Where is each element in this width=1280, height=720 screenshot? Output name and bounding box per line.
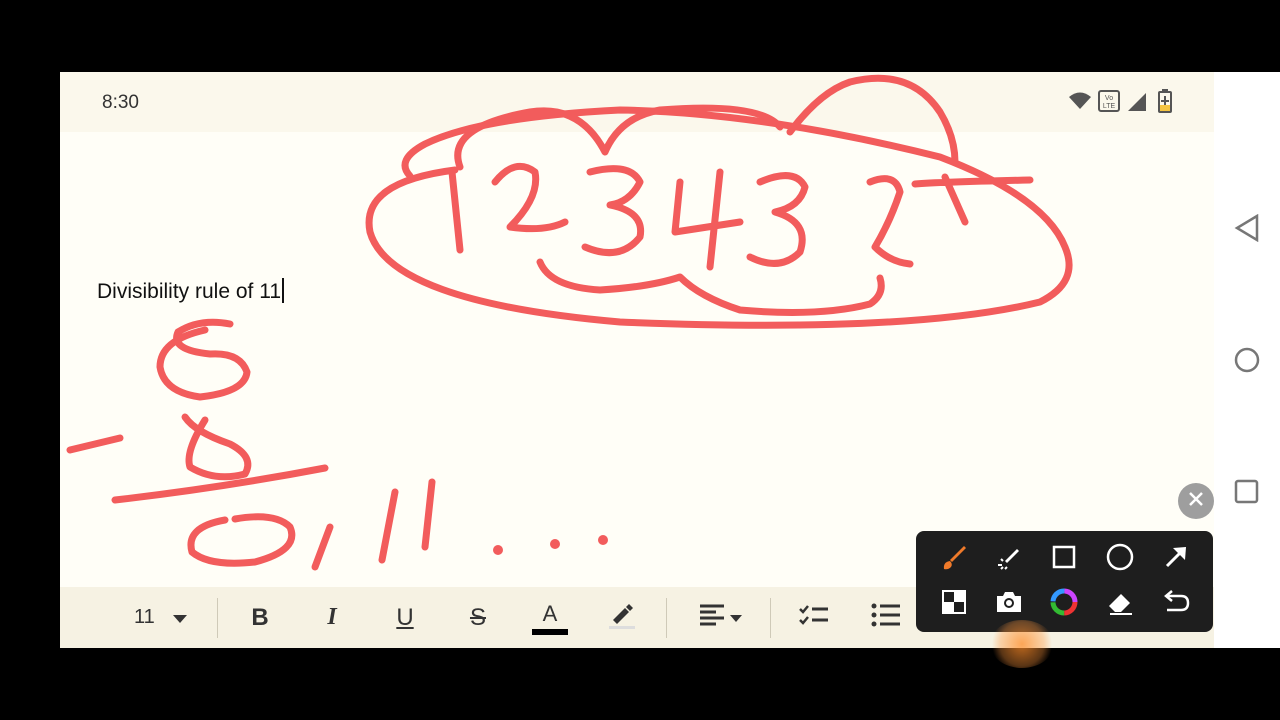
pattern-tool[interactable] <box>934 584 974 624</box>
toolbar-divider <box>217 598 218 638</box>
undo-icon <box>1161 589 1191 620</box>
brush-icon <box>940 543 968 576</box>
home-circle-icon <box>1234 347 1260 377</box>
bold-button[interactable]: B <box>242 587 278 648</box>
status-bar: 8:30 Vo LTE <box>60 72 1214 132</box>
brush-tool[interactable] <box>934 539 974 579</box>
underline-button[interactable]: U <box>387 587 423 648</box>
signal-icon <box>1126 91 1148 118</box>
font-size-value: 11 <box>134 606 155 628</box>
recents-square-icon <box>1234 479 1260 509</box>
document-text[interactable]: Divisibility rule of 11 <box>97 278 285 304</box>
highlight-button[interactable] <box>604 587 640 648</box>
italic-button[interactable]: I <box>314 587 350 648</box>
eraser-icon <box>1106 588 1134 621</box>
italic-label: I <box>327 604 337 630</box>
camera-tool[interactable] <box>989 584 1029 624</box>
camera-icon <box>995 589 1023 620</box>
color-wheel-icon <box>1050 588 1078 621</box>
chevron-down-icon <box>730 609 742 627</box>
svg-text:Vo: Vo <box>1105 95 1113 102</box>
rectangle-tool[interactable] <box>1044 539 1084 579</box>
close-icon <box>1188 491 1204 512</box>
bold-label: B <box>251 603 269 631</box>
chevron-down-icon <box>172 606 187 629</box>
touch-indicator <box>990 620 1054 668</box>
svg-text:LTE: LTE <box>1103 103 1116 110</box>
toolbar-divider <box>770 598 771 638</box>
navigation-bar <box>1214 72 1280 648</box>
back-button[interactable] <box>1234 213 1260 247</box>
ellipse-tool[interactable] <box>1100 539 1140 579</box>
text-color-label: A <box>542 600 558 626</box>
wifi-icon <box>1068 91 1092 116</box>
eraser-tool[interactable] <box>1100 584 1140 624</box>
recents-button[interactable] <box>1234 479 1260 510</box>
status-time: 8:30 <box>102 92 139 113</box>
bullet-list-button[interactable] <box>868 587 904 648</box>
subtraction-ink <box>66 318 436 571</box>
strikethrough-label: S <box>469 603 486 631</box>
pattern-icon <box>941 589 967 620</box>
laser-pointer-tool[interactable] <box>989 539 1029 579</box>
color-picker-tool[interactable] <box>1044 584 1084 624</box>
rectangle-icon <box>1051 544 1077 575</box>
pen-toolbar <box>916 531 1213 632</box>
align-button[interactable] <box>692 587 748 648</box>
text-color-swatch <box>532 628 568 635</box>
back-triangle-icon <box>1234 213 1260 246</box>
checklist-icon <box>798 603 830 632</box>
text-color-button[interactable]: A <box>532 587 568 648</box>
font-size-select[interactable]: 11 <box>134 587 187 648</box>
home-button[interactable] <box>1234 347 1260 378</box>
bullet-list-icon <box>870 602 902 633</box>
underline-label: U <box>396 603 414 631</box>
circle-icon <box>1106 543 1134 576</box>
strikethrough-button[interactable]: S <box>460 587 496 648</box>
close-pen-button[interactable] <box>1178 483 1214 519</box>
arrow-tool[interactable] <box>1156 539 1196 579</box>
battery-charging-icon <box>1158 89 1172 118</box>
align-left-icon <box>698 603 726 632</box>
text-cursor <box>282 278 285 303</box>
toolbar-divider <box>666 598 667 638</box>
checklist-button[interactable] <box>796 587 832 648</box>
arrow-icon <box>1162 543 1190 576</box>
ellipsis-dots <box>493 535 608 555</box>
undo-tool[interactable] <box>1156 584 1196 624</box>
volte-icon: Vo LTE <box>1098 90 1120 117</box>
laser-pointer-icon <box>995 543 1023 576</box>
document-text-content: Divisibility rule of 11 <box>97 280 282 303</box>
highlighter-icon <box>607 600 637 635</box>
